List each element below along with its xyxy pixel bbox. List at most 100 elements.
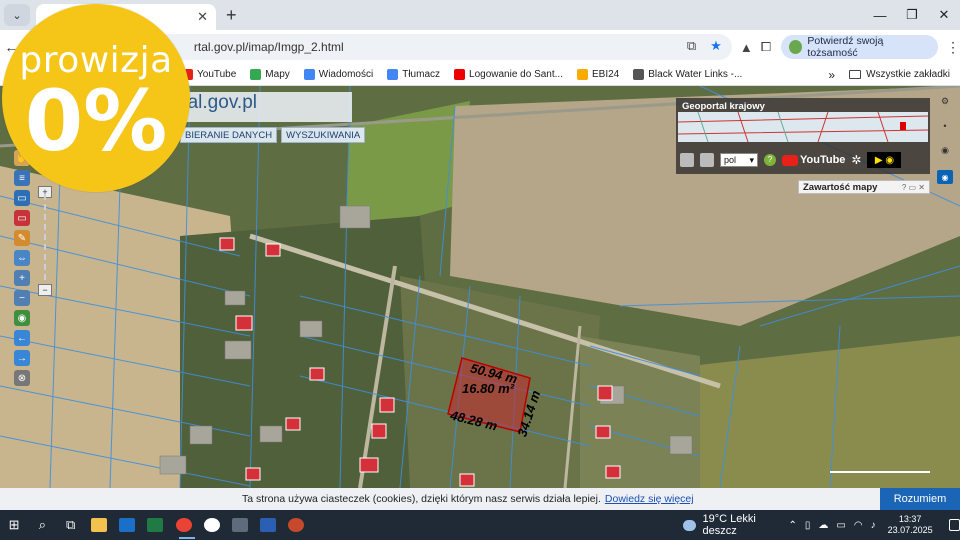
language-select[interactable]: pol ▾ <box>720 153 758 167</box>
overview-minimap[interactable] <box>677 111 929 143</box>
overview-panel: Geoportal krajowy pol ▾ ? YouTube ✲ ▶ ◉ <box>676 98 930 174</box>
search-icon[interactable]: ⌕ <box>28 510 56 540</box>
task-view-icon[interactable]: ⧉ <box>56 510 84 540</box>
restore-icon[interactable]: ❐ <box>896 0 928 30</box>
arrow-back-icon[interactable]: ← <box>14 330 30 346</box>
chevron-down-icon: ▾ <box>749 154 754 165</box>
weather-widget[interactable]: 19°C Lekki deszcz <box>682 513 773 537</box>
bookmark-mapy[interactable]: Mapy <box>250 69 290 80</box>
menu-download-data[interactable]: BIERANIE DANYCH <box>180 127 278 143</box>
bookmark-wiadomosci[interactable]: Wiadomości <box>303 69 373 80</box>
bookmarks-overflow-button[interactable]: » <box>828 68 835 82</box>
overview-actions: pol ▾ ? YouTube ✲ ▶ ◉ <box>680 152 902 168</box>
map-content-panel[interactable]: Zawartość mapy ? ▭ ✕ <box>798 180 930 194</box>
link-icon <box>633 69 645 80</box>
cookie-learn-more-link[interactable]: Dowiedz się więcej <box>605 493 694 505</box>
eye-toggle-icon[interactable]: ◉ <box>937 170 953 184</box>
cookie-accept-button[interactable]: Rozumiem <box>880 488 960 510</box>
view-icon[interactable]: ◉ <box>941 145 949 156</box>
bookmark-tlumacz[interactable]: Tłumacz <box>387 69 440 80</box>
identity-label: Potwierdź swoją tożsamość <box>807 35 884 59</box>
pencil-icon[interactable]: ✎ <box>14 230 30 246</box>
calculator-icon[interactable] <box>226 510 254 540</box>
right-map-tools: ⚙ • ◉ ◉ <box>937 96 953 184</box>
bookmark-ebi24[interactable]: EBI24 <box>576 69 619 80</box>
weather-text: 19°C Lekki deszcz <box>702 513 756 537</box>
youtube-play-icon <box>782 154 798 166</box>
excel-icon[interactable] <box>141 510 169 540</box>
news-icon <box>303 69 315 80</box>
document-icon[interactable]: ≡ <box>14 170 30 186</box>
minimap-graphic <box>677 111 929 143</box>
map-tools: ✋ ≡ ▭ ▭ ✎ ⇔ + − ◉ ← → ⊗ <box>10 150 34 386</box>
clock-time: 13:37 <box>898 514 922 524</box>
start-icon[interactable]: ⊞ <box>0 510 28 540</box>
santander-icon <box>454 69 466 80</box>
zoom-slider-minus[interactable]: − <box>38 284 52 296</box>
help-icon[interactable]: ? <box>764 154 776 166</box>
onedrive-icon[interactable]: ☁ <box>818 520 828 531</box>
contrast-eye-icon[interactable]: ▶ ◉ <box>867 152 902 168</box>
select-red-icon[interactable]: ▭ <box>14 210 30 226</box>
tab-close-icon[interactable]: ✕ <box>197 9 208 25</box>
zoom-in-icon[interactable]: + <box>14 270 30 286</box>
map-content-title: Zawartość mapy <box>803 181 878 193</box>
print-icon[interactable] <box>680 153 694 167</box>
profile-avatar <box>789 40 803 54</box>
browser-menu-icon[interactable]: ⋮ <box>946 39 960 56</box>
all-bookmarks-button[interactable]: Wszystkie zakładki <box>849 69 950 80</box>
cloud-rain-icon <box>682 519 697 531</box>
word-icon[interactable] <box>254 510 282 540</box>
drive-extension-icon[interactable]: ▲ <box>740 40 753 55</box>
phone-link-icon[interactable]: ▯ <box>805 520 811 531</box>
wifi-icon[interactable]: ◠ <box>854 520 863 531</box>
close-window-icon[interactable]: ✕ <box>928 0 960 30</box>
bookmark-star-icon[interactable]: ★ <box>710 38 722 54</box>
menu-search[interactable]: WYSZUKIWANIA <box>281 127 366 143</box>
scale-icon[interactable]: ⇔ <box>14 250 30 266</box>
minimize-icon[interactable]: — <box>864 0 896 30</box>
bookmark-santander[interactable]: Logowanie do Sant... <box>454 69 563 80</box>
file-explorer-icon[interactable] <box>85 510 113 540</box>
chevron-up-icon[interactable]: ⌃ <box>788 520 796 531</box>
new-tab-button[interactable]: + <box>226 5 237 26</box>
window-controls: — ❐ ✕ <box>864 0 960 30</box>
select-area-icon[interactable]: ▭ <box>14 190 30 206</box>
notifications-icon[interactable] <box>948 519 960 531</box>
geoportal-logo[interactable]: rtal.gov.pl <box>172 92 352 122</box>
accessibility-icon[interactable]: ✲ <box>851 153 861 167</box>
chrome-icon[interactable] <box>169 510 197 540</box>
url-text: rtal.gov.pl/imap/Imgp_2.html <box>193 40 344 54</box>
identity-button[interactable]: Potwierdź swoją tożsamość <box>781 35 938 59</box>
youtube-link[interactable]: YouTube <box>782 154 845 166</box>
arrow-forward-icon[interactable]: → <box>14 350 30 366</box>
volume-icon[interactable]: ♪ <box>871 520 876 531</box>
dot-icon[interactable]: • <box>943 121 946 131</box>
maps-icon <box>250 69 262 80</box>
zoom-slider[interactable]: + − <box>38 186 52 298</box>
panel-controls[interactable]: ? ▭ ✕ <box>902 183 925 192</box>
powerpoint-icon[interactable] <box>282 510 310 540</box>
save-icon[interactable] <box>700 153 714 167</box>
zoom-out-icon[interactable]: − <box>14 290 30 306</box>
battery-icon[interactable]: ▭ <box>836 520 845 531</box>
url-actions: ⧉ ★ <box>687 38 722 54</box>
clock-date: 23.07.2025 <box>887 525 933 535</box>
ebi24-icon <box>576 69 588 80</box>
settings-icon[interactable]: ⚙ <box>941 96 949 107</box>
badge-value: 0% <box>24 72 168 170</box>
crosshair-icon[interactable]: ⊗ <box>14 370 30 386</box>
zoom-slider-track <box>44 194 46 290</box>
bookmark-black-water[interactable]: Black Water Links -... <box>633 69 742 80</box>
clock[interactable]: 13:37 23.07.2025 <box>888 514 933 536</box>
tab-search-button[interactable]: ⌄ <box>4 4 30 26</box>
outlook-icon[interactable] <box>113 510 141 540</box>
system-tray: ⌃ ▯ ☁ ▭ ◠ ♪ <box>788 520 875 531</box>
cast-icon[interactable]: ⧉ <box>687 38 696 54</box>
extensions-icon[interactable]: ⧠ <box>761 39 771 55</box>
bookmark-youtube[interactable]: YouTube <box>182 69 236 80</box>
teamviewer-icon[interactable] <box>198 510 226 540</box>
cookie-bar: Ta strona używa ciasteczek (cookies), dz… <box>0 488 960 510</box>
globe-icon[interactable]: ◉ <box>14 310 30 326</box>
geoportal-menu: BIERANIE DANYCH WYSZUKIWANIA <box>180 127 366 143</box>
